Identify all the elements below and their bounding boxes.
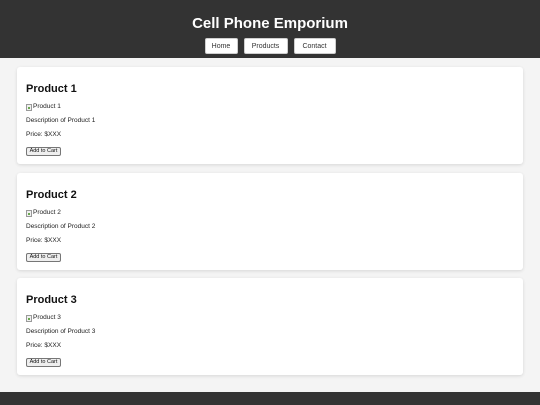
product-card: Product 2 Product 2 Description of Produ… <box>17 173 523 270</box>
add-to-cart-button[interactable]: Add to Cart <box>26 358 61 367</box>
broken-image-icon <box>26 209 32 217</box>
product-title: Product 2 <box>26 189 77 201</box>
site-header: Cell Phone Emporium Home Products Contac… <box>0 0 540 58</box>
main-nav: Home Products Contact <box>0 38 540 54</box>
product-price: Price: $XXX <box>26 342 62 349</box>
broken-image-icon <box>26 314 32 322</box>
site-title: Cell Phone Emporium <box>192 15 348 32</box>
product-image: Product 3 <box>26 314 61 322</box>
product-title: Product 3 <box>26 294 77 306</box>
product-description: Description of Product 1 <box>26 117 96 124</box>
product-description: Description of Product 3 <box>26 328 96 335</box>
product-image-alt: Product 3 <box>33 314 61 321</box>
nav-products-button[interactable]: Products <box>243 38 288 54</box>
site-footer <box>0 392 540 405</box>
broken-image-icon <box>26 103 32 111</box>
product-description: Description of Product 2 <box>26 223 96 230</box>
nav-contact-button[interactable]: Contact <box>293 38 336 54</box>
add-to-cart-button[interactable]: Add to Cart <box>26 147 61 156</box>
product-image: Product 2 <box>26 209 61 217</box>
product-card: Product 1 Product 1 Description of Produ… <box>17 67 523 164</box>
product-image-alt: Product 2 <box>33 209 61 216</box>
product-image-alt: Product 1 <box>33 103 61 110</box>
product-title: Product 1 <box>26 83 77 95</box>
nav-home-button[interactable]: Home <box>204 38 238 54</box>
product-card: Product 3 Product 3 Description of Produ… <box>17 278 523 375</box>
product-price: Price: $XXX <box>26 237 62 244</box>
product-price: Price: $XXX <box>26 131 62 138</box>
add-to-cart-button[interactable]: Add to Cart <box>26 253 61 262</box>
product-image: Product 1 <box>26 103 61 111</box>
